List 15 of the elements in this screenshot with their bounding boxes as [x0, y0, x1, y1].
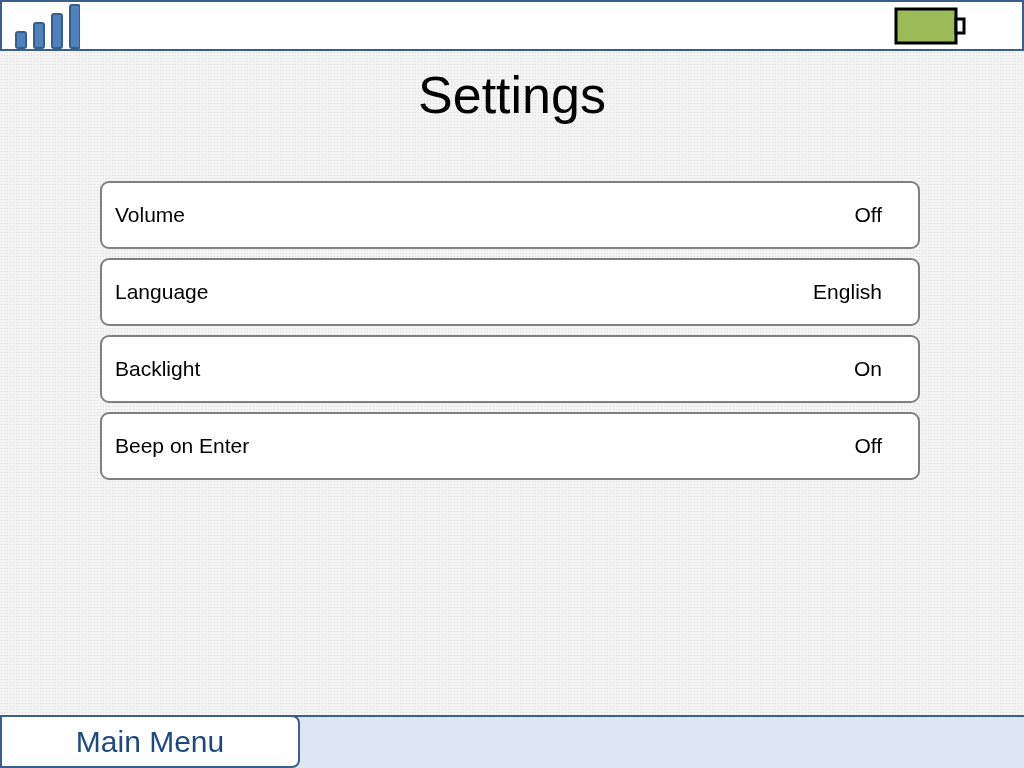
- setting-row[interactable]: Beep on Enter Off: [100, 412, 920, 480]
- setting-label: Beep on Enter: [115, 434, 250, 458]
- setting-row[interactable]: Volume Off: [100, 181, 920, 249]
- battery-icon: [894, 6, 966, 45]
- setting-value: On: [854, 357, 882, 381]
- setting-label: Volume: [115, 203, 186, 227]
- setting-row[interactable]: Language English: [100, 258, 920, 326]
- page-title: Settings: [418, 65, 606, 125]
- setting-label: Language: [115, 280, 209, 304]
- setting-value: Off: [854, 203, 882, 227]
- setting-label: Backlight: [115, 357, 201, 381]
- setting-row[interactable]: Backlight On: [100, 335, 920, 403]
- main-menu-button[interactable]: Main Menu: [0, 715, 300, 768]
- setting-value: Off: [854, 434, 882, 458]
- setting-value: English: [813, 280, 882, 304]
